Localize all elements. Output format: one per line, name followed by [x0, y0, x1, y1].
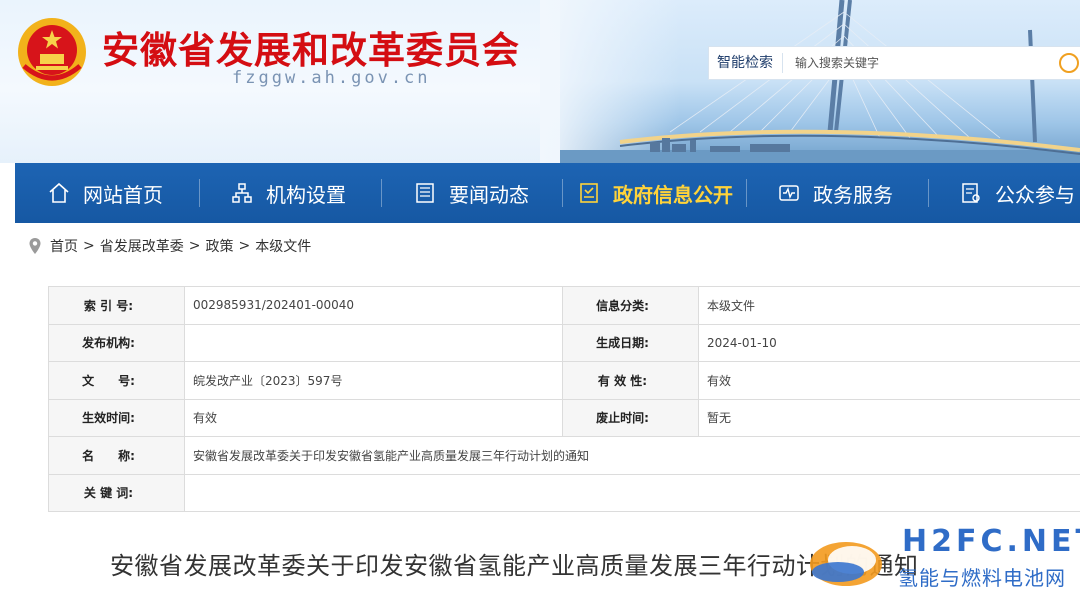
breadcrumb: 首页 > 省发展改革委 > 政策 > 本级文件 — [28, 234, 311, 258]
org-chart-icon — [232, 183, 252, 203]
table-row: 文 号: 皖发改产业〔2023〕597号 有 效 性: 有效 — [48, 361, 1080, 400]
article-title: 安徽省发展改革委关于印发安徽省氢能产业高质量发展三年行动计划的通知 — [110, 552, 919, 580]
table-row: 名 称: 安徽省发展改革委关于印发安徽省氢能产业高质量发展三年行动计划的通知 — [48, 436, 1080, 475]
breadcrumb-separator: > — [83, 238, 95, 254]
nav-item-label: 要闻动态 — [449, 182, 529, 207]
national-emblem-logo — [18, 18, 86, 86]
created-date-label: 生成日期: — [562, 323, 699, 362]
breadcrumb-policy[interactable]: 政策 — [205, 236, 233, 256]
watermark-en-text: H2FC.NET — [902, 524, 1080, 559]
nav-item-services[interactable]: 政务服务 — [777, 163, 893, 223]
document-info-table: 索 引 号: 002985931/202401-00040 信息分类: 本级文件… — [48, 286, 1080, 512]
keywords-value — [184, 473, 1080, 512]
watermark-cn-text: 氢能与燃料电池网 — [898, 566, 1066, 590]
bridge-illustration — [560, 0, 1080, 163]
service-icon — [779, 185, 799, 201]
document-name-label: 名 称: — [48, 436, 185, 475]
news-icon — [416, 183, 434, 203]
home-icon — [49, 182, 69, 203]
category-label: 信息分类: — [562, 286, 699, 325]
search-icon[interactable] — [1059, 53, 1079, 73]
breadcrumb-separator: > — [238, 238, 251, 254]
table-row: 生效时间: 有效 废止时间: 暂无 — [48, 398, 1080, 437]
keywords-label: 关 键 词: — [48, 473, 185, 512]
validity-label: 有 效 性: — [562, 361, 699, 400]
nav-item-label: 网站首页 — [83, 182, 163, 207]
document-number-label: 文 号: — [48, 361, 185, 400]
nav-item-label: 政务服务 — [813, 182, 893, 207]
watermark-logo — [810, 542, 882, 586]
publisher-label: 发布机构: — [48, 323, 185, 362]
created-date-value: 2024-01-10 — [698, 323, 1080, 362]
header-banner: 安徽省发展和改革委员会 fzggw.ah.gov.cn 智能检索 — [0, 0, 1080, 163]
location-pin-icon — [29, 238, 41, 254]
breadcrumb-separator: > — [188, 238, 201, 254]
repeal-time-value: 暂无 — [698, 398, 1080, 437]
main-nav: 网站首页 机构设置 要闻动态 政府信息公开 政务服务 公众参与 — [15, 163, 1080, 223]
breadcrumb-current[interactable]: 本级文件 — [255, 236, 311, 256]
category-value: 本级文件 — [698, 286, 1080, 325]
repeal-time-label: 废止时间: — [562, 398, 699, 437]
table-row: 关 键 词: — [48, 473, 1080, 512]
nav-item-participation[interactable]: 公众参与 — [959, 163, 1075, 223]
smart-search-label[interactable]: 智能检索 — [709, 53, 783, 73]
effective-time-value: 有效 — [184, 398, 563, 437]
site-title: 安徽省发展和改革委员会 — [102, 29, 520, 72]
breadcrumb-home[interactable]: 首页 — [50, 236, 78, 256]
table-row: 发布机构: 生成日期: 2024-01-10 — [48, 323, 1080, 362]
participation-icon — [962, 183, 980, 203]
nav-item-label: 机构设置 — [266, 182, 346, 207]
nav-item-label: 公众参与 — [995, 182, 1075, 207]
site-domain: fzggw.ah.gov.cn — [232, 68, 431, 88]
index-number-value: 002985931/202401-00040 — [184, 286, 563, 325]
index-number-label: 索 引 号: — [48, 286, 185, 325]
nav-item-label: 政府信息公开 — [613, 182, 733, 207]
nav-item-news[interactable]: 要闻动态 — [413, 163, 529, 223]
effective-time-label: 生效时间: — [48, 398, 185, 437]
watermark: H2FC.NET 氢能与燃料电池网 — [808, 520, 1080, 594]
nav-item-organization[interactable]: 机构设置 — [230, 163, 346, 223]
breadcrumb-commission[interactable]: 省发展改革委 — [100, 236, 184, 256]
document-number-value: 皖发改产业〔2023〕597号 — [184, 361, 563, 400]
validity-value: 有效 — [698, 361, 1080, 400]
nav-item-info-disclosure[interactable]: 政府信息公开 — [577, 163, 733, 223]
search-input[interactable] — [783, 56, 1033, 70]
nav-item-home[interactable]: 网站首页 — [47, 163, 163, 223]
info-disclosure-icon — [580, 183, 598, 203]
document-name-value: 安徽省发展改革委关于印发安徽省氢能产业高质量发展三年行动计划的通知 — [184, 436, 1080, 475]
publisher-value — [184, 323, 563, 362]
table-row: 索 引 号: 002985931/202401-00040 信息分类: 本级文件 — [48, 286, 1080, 325]
search-box: 智能检索 — [708, 46, 1080, 80]
